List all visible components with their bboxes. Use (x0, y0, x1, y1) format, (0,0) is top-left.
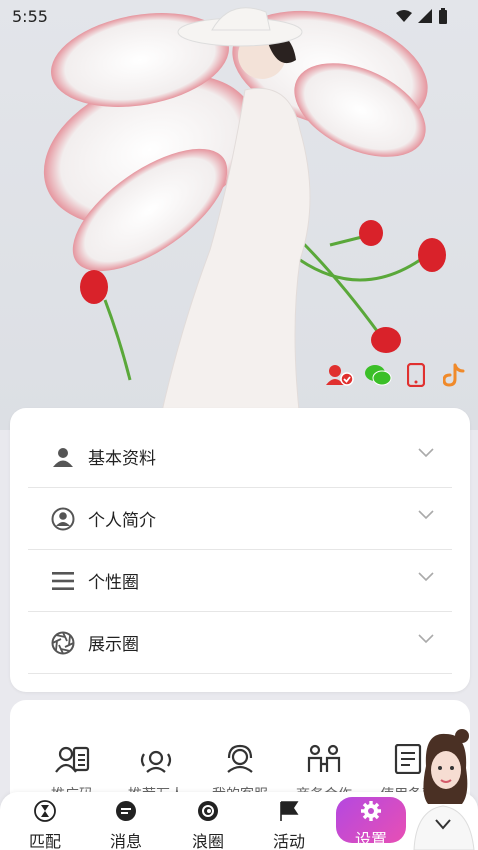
section-label: 个性圈 (88, 573, 139, 593)
partners-icon (307, 744, 341, 772)
wifi-icon (396, 10, 412, 22)
gear-icon (361, 801, 381, 821)
section-showcase-circle[interactable]: 展示圈 (28, 612, 452, 674)
status-time: 5:55 (12, 7, 48, 26)
chat-icon (116, 801, 136, 821)
aperture-icon (50, 630, 76, 656)
section-label: 展示圈 (88, 635, 139, 655)
nav-label: 设置 (354, 830, 387, 849)
add-friend-icon[interactable] (326, 362, 354, 388)
phone-icon[interactable] (402, 362, 430, 388)
signal-icon (418, 9, 432, 23)
social-links (326, 362, 468, 388)
battery-icon (439, 8, 447, 24)
nav-messages[interactable]: 消息 (96, 800, 156, 850)
profile-cover-image: 5:55 (0, 0, 478, 430)
nav-label: 消息 (109, 832, 142, 850)
tiktok-icon[interactable] (440, 362, 468, 388)
tool-business[interactable] (294, 744, 354, 778)
user-circle-icon (50, 506, 76, 532)
profile-sections-card: 基本资料 个人简介 个性圈 展示圈 (10, 408, 470, 692)
section-personal-intro[interactable]: 个人简介 (28, 488, 452, 550)
tool-customer-service[interactable] (210, 744, 270, 778)
hourglass-icon (34, 800, 56, 822)
nav-label: 活动 (272, 832, 305, 850)
group-icon (140, 750, 172, 773)
status-bar: 5:55 (0, 0, 478, 34)
headset-icon (227, 744, 253, 773)
person-icon (50, 444, 76, 470)
section-label: 个人简介 (88, 511, 156, 531)
nav-label: 浪圈 (191, 832, 224, 850)
nav-settings[interactable]: 设置 (336, 797, 406, 849)
swirl-icon (198, 801, 218, 821)
bottom-nav: 匹配 消息 浪圈 活动 (0, 792, 478, 850)
nav-label: 匹配 (28, 832, 61, 850)
tool-promo-code[interactable] (42, 744, 102, 778)
list-icon (50, 568, 76, 594)
section-personality-circle[interactable]: 个性圈 (28, 550, 452, 612)
nav-activity[interactable]: 活动 (259, 800, 319, 850)
nav-match[interactable]: 匹配 (15, 800, 75, 850)
assistant-avatar[interactable] (408, 724, 478, 850)
person-card-icon (55, 746, 90, 773)
tool-recommend[interactable] (126, 744, 186, 778)
chevron-down-icon (418, 634, 434, 644)
wechat-icon[interactable] (364, 362, 392, 388)
chevron-down-icon (418, 448, 434, 458)
nav-circle[interactable]: 浪圈 (178, 800, 238, 850)
section-basic-info[interactable]: 基本资料 (28, 426, 452, 488)
flag-icon (280, 801, 299, 821)
chevron-down-icon (418, 572, 434, 582)
chevron-down-icon (418, 510, 434, 520)
section-label: 基本资料 (88, 449, 156, 469)
